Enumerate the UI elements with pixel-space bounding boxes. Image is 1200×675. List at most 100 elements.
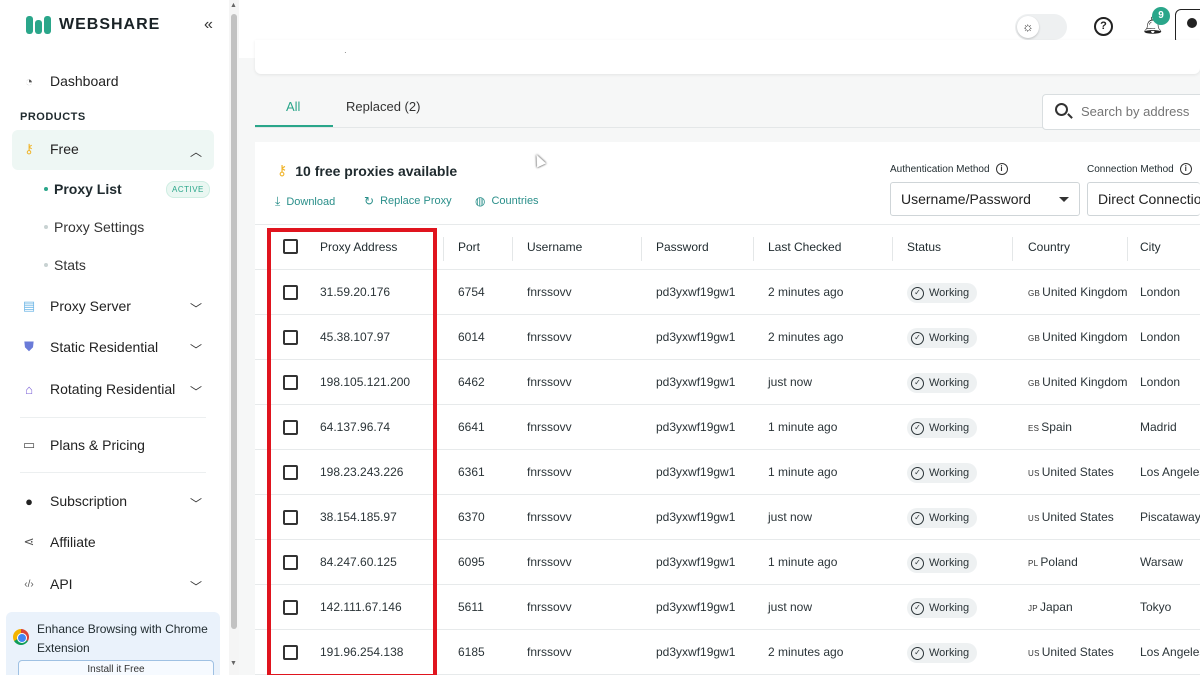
cell-city: Madrid [1140,420,1177,434]
cell-proxy-address[interactable]: 198.105.121.200 [320,375,410,389]
collapse-sidebar-icon[interactable]: « [204,16,213,34]
sidebar-item-label: Subscription [50,493,128,509]
tab-replaced[interactable]: Replaced (2) [346,99,420,114]
cell-username: fnrssovv [527,420,572,434]
select-all-checkbox[interactable] [283,239,298,254]
row-checkbox[interactable] [283,375,298,390]
header-username[interactable]: Username [527,240,582,254]
chevron-down-icon[interactable]: ﹀ [190,300,202,317]
search-input[interactable] [1081,104,1200,119]
cell-proxy-address[interactable]: 64.137.96.74 [320,420,390,434]
status-badge: ✓ Working [907,328,978,348]
countries-button[interactable]: ◍ Countries [475,194,539,208]
sidebar-item-subscription[interactable]: ● Subscription [20,492,127,510]
row-checkbox[interactable] [283,600,298,615]
table-row[interactable]: 142.111.67.146 5611 fnrssovv pd3yxwf19gw1 ju… [255,585,1200,630]
top-card: · [255,40,1200,74]
cell-country: JP Japan [1028,600,1073,614]
shield-icon: ⛊ [24,339,34,354]
auth-method-label-text: Authentication Method [890,163,990,175]
replace-proxy-button[interactable]: ↻ Replace Proxy [364,194,452,208]
download-label: Download [286,195,336,208]
proxy-list-panel: ⚷ 10 free proxies available ⤓ Download ↻… [255,142,1200,675]
help-icon[interactable]: ? [1094,17,1113,36]
cell-proxy-address[interactable]: 198.23.243.226 [320,465,403,479]
download-button[interactable]: ⤓ Download [275,194,335,209]
chevron-down-icon[interactable]: ﹀ [190,341,202,358]
cell-proxy-address[interactable]: 45.38.107.97 [320,330,390,344]
header-country[interactable]: Country [1028,240,1070,254]
connection-method-value: Direct Connection [1098,191,1200,207]
sidebar-item-rotating-residential[interactable]: ⌂ Rotating Residential [20,380,175,398]
sidebar-item-api[interactable]: ‹/› API [20,575,72,593]
header-proxy-address[interactable]: Proxy Address [320,240,397,254]
cell-country: PL Poland [1028,555,1078,569]
sidebar-item-dashboard[interactable]: ◔ Dashboard [20,72,118,90]
sidebar-item-affiliate[interactable]: ⋖ Affiliate [20,533,96,551]
table-row[interactable]: 198.23.243.226 6361 fnrssovv pd3yxwf19gw1 1 … [255,450,1200,495]
row-checkbox[interactable] [283,510,298,525]
chevron-down-icon[interactable]: ﹀ [190,383,202,400]
table-row[interactable]: 198.105.121.200 6462 fnrssovv pd3yxwf19gw1 j… [255,360,1200,405]
cell-proxy-address[interactable]: 31.59.20.176 [320,285,390,299]
search-box[interactable] [1042,94,1200,130]
info-icon[interactable]: i [995,163,1008,175]
chevron-down-icon[interactable]: ﹀ [190,578,202,595]
table-row[interactable]: 31.59.20.176 6754 fnrssovv pd3yxwf19gw1 2 mi… [255,270,1200,315]
sidebar-item-proxy-server[interactable]: ▤ Proxy Server [20,297,131,315]
status-badge: ✓ Working [907,418,978,438]
status-text: Working [929,647,970,659]
sidebar-item-label: Rotating Residential [50,381,176,397]
status-text: Working [929,287,970,299]
cell-proxy-address[interactable]: 142.111.67.146 [320,600,402,614]
logo[interactable]: WEBSHARE [26,16,160,34]
table-row[interactable]: 64.137.96.74 6641 fnrssovv pd3yxwf19gw1 1 mi… [255,405,1200,450]
cell-country: GB United Kingdom [1028,375,1128,389]
tab-all[interactable]: All [286,99,300,114]
country-code: PL [1028,559,1039,568]
auth-method-select[interactable]: Username/Password [890,182,1080,216]
column-divider [753,237,754,261]
theme-toggle[interactable]: ☼ [1015,14,1067,40]
sidebar-scrollbar[interactable]: ▲ ▼ [229,0,239,675]
scroll-down-arrow-icon[interactable]: ▼ [230,660,237,667]
row-checkbox[interactable] [283,645,298,660]
sidebar-item-free[interactable]: ⚷ Free [20,140,79,158]
row-checkbox[interactable] [283,420,298,435]
cell-proxy-address[interactable]: 84.247.60.125 [320,555,397,569]
info-icon[interactable]: i [1179,163,1192,175]
install-extension-button[interactable]: Install it Free [18,660,214,675]
header-port[interactable]: Port [458,240,480,254]
cell-proxy-address[interactable]: 38.154.185.97 [320,510,397,524]
cell-port: 6462 [458,375,485,389]
row-checkbox[interactable] [283,330,298,345]
table-row[interactable]: 191.96.254.138 6185 fnrssovv pd3yxwf19gw1 2 … [255,630,1200,675]
header-status[interactable]: Status [907,240,941,254]
column-divider [1012,237,1013,261]
header-password[interactable]: Password [656,240,709,254]
scroll-up-arrow-icon[interactable]: ▲ [230,2,237,9]
row-checkbox[interactable] [283,465,298,480]
cell-username: fnrssovv [527,285,572,299]
sidebar-subitem-stats[interactable]: Stats [44,257,86,273]
scroll-thumb[interactable] [231,14,237,629]
row-checkbox[interactable] [283,555,298,570]
row-checkbox[interactable] [283,285,298,300]
header-city[interactable]: City [1140,240,1161,254]
cell-proxy-address[interactable]: 191.96.254.138 [320,645,403,659]
table-row[interactable]: 38.154.185.97 6370 fnrssovv pd3yxwf19gw1 jus… [255,495,1200,540]
sidebar-item-static-residential[interactable]: ⛊ Static Residential [20,338,158,356]
chevron-up-icon[interactable]: ︿ [190,143,202,160]
cell-username: fnrssovv [527,600,572,614]
header-last-checked[interactable]: Last Checked [768,240,841,254]
connection-method-select[interactable]: Direct Connection [1087,182,1200,216]
table-row[interactable]: 45.38.107.97 6014 fnrssovv pd3yxwf19gw1 2 mi… [255,315,1200,360]
sidebar-item-plans-pricing[interactable]: ▭ Plans & Pricing [20,436,145,454]
chevron-down-icon[interactable]: ﹀ [190,495,202,512]
status-text: Working [929,422,970,434]
sidebar-subitem-proxy-settings[interactable]: Proxy Settings [44,219,144,235]
sidebar-item-label: Static Residential [50,339,159,355]
table-row[interactable]: 84.247.60.125 6095 fnrssovv pd3yxwf19gw1 1 m… [255,540,1200,585]
sidebar-subitem-proxy-list[interactable]: Proxy List [44,181,122,197]
check-circle-icon: ✓ [911,556,924,570]
